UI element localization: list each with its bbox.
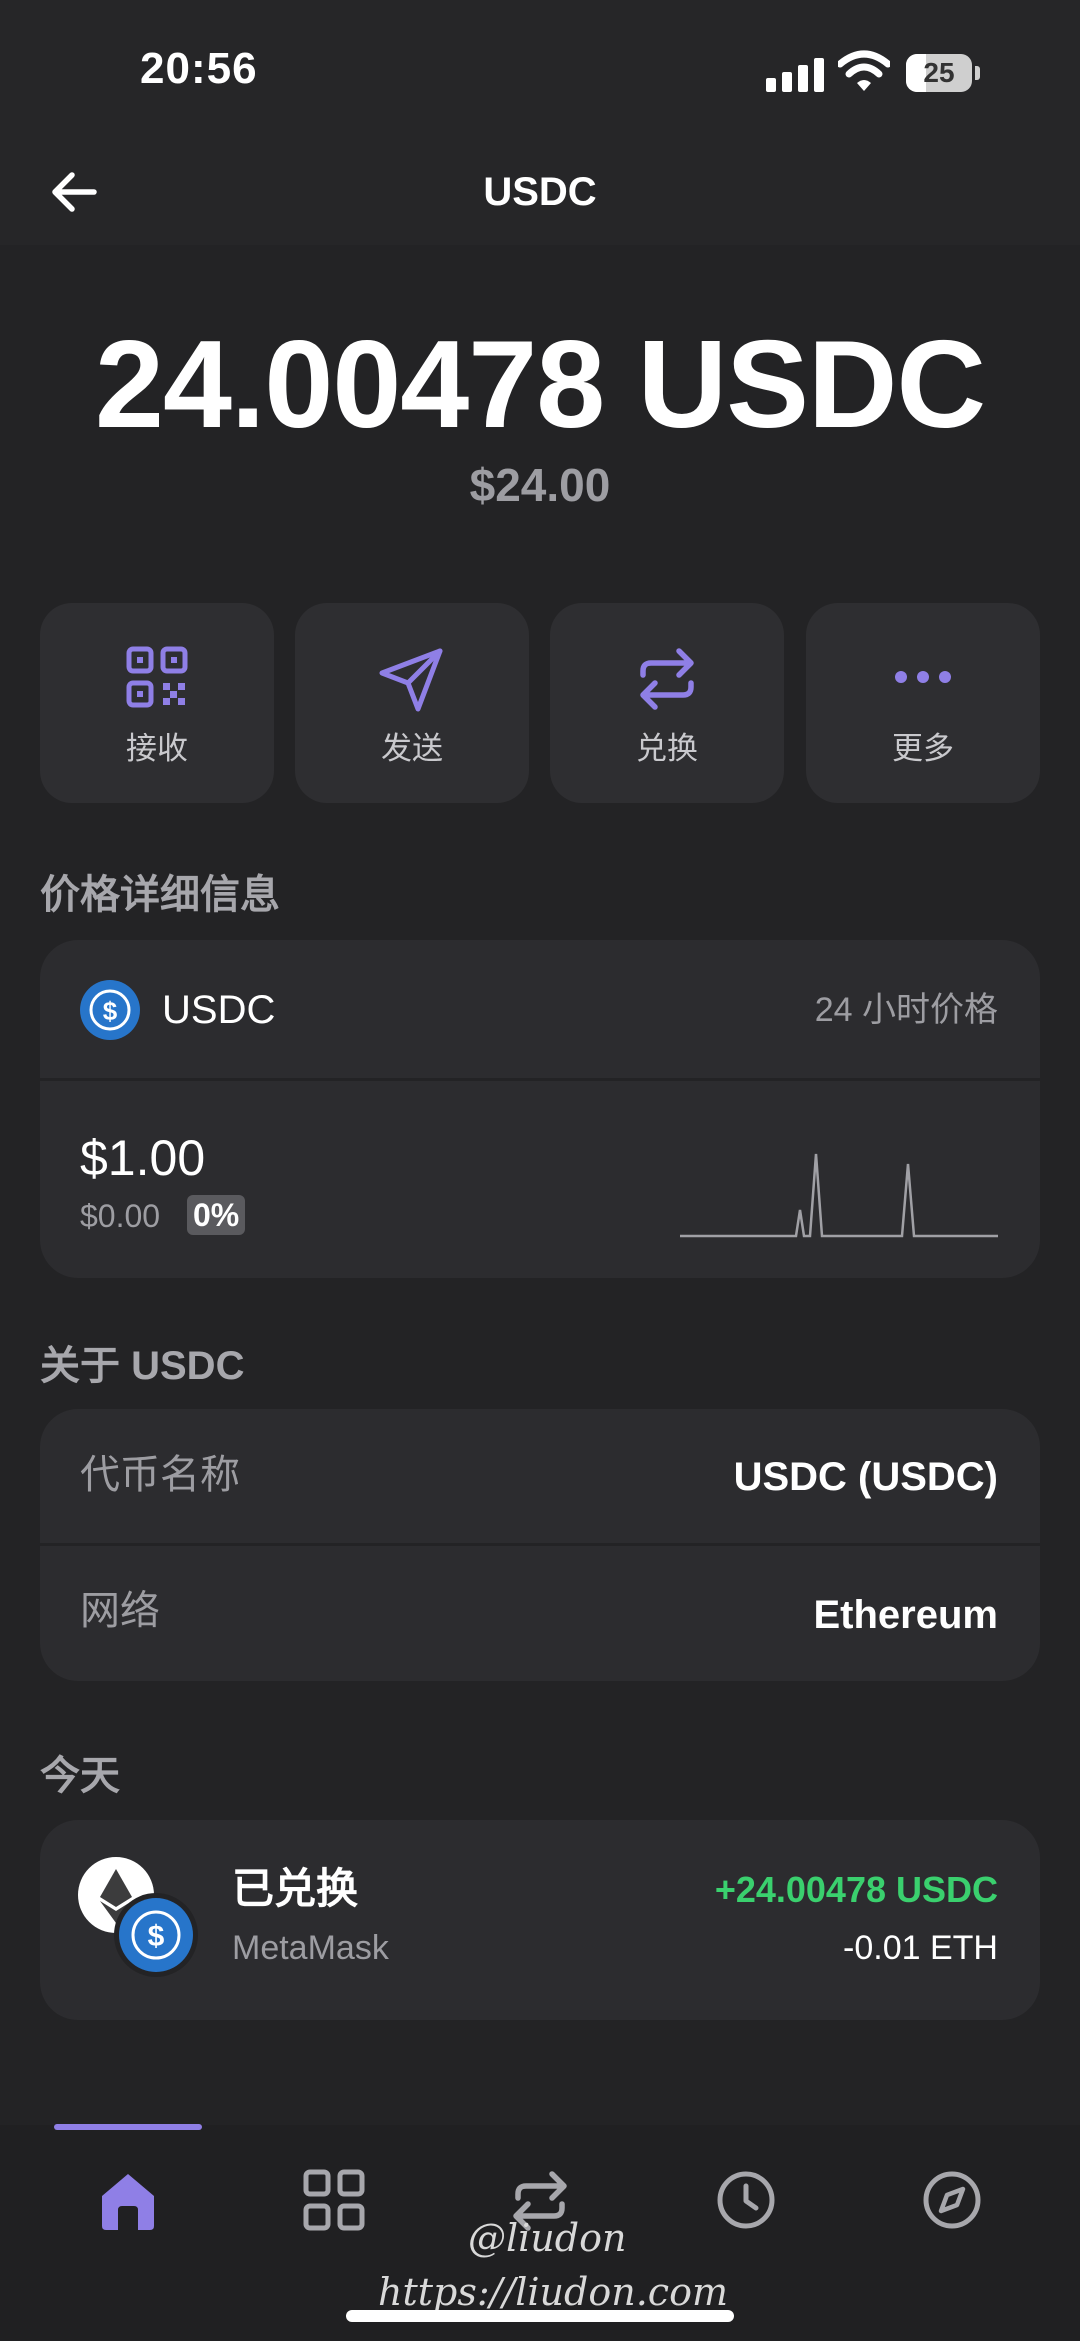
about-card-divider	[40, 1543, 1040, 1546]
more-button[interactable]: 更多	[806, 603, 1040, 803]
token-price: $1.00	[80, 1130, 206, 1186]
compass-icon[interactable]	[916, 2164, 988, 2236]
qr-code-icon	[126, 646, 188, 708]
price-period-label: 24 小时价格	[814, 991, 998, 1029]
transaction-amount-out: -0.01 ETH	[843, 1929, 998, 1967]
swap-pair-icon: $	[78, 1857, 198, 1977]
page-title: USDC	[483, 170, 597, 214]
active-tab-indicator	[54, 2124, 202, 2130]
usdc-coin-icon: $	[80, 980, 140, 1040]
transaction-amount-in: +24.00478 USDC	[714, 1869, 998, 1910]
send-button[interactable]: 发送	[295, 603, 529, 803]
receive-label: 接收	[126, 731, 188, 766]
grid-icon[interactable]	[298, 2164, 370, 2236]
more-icon	[895, 671, 951, 683]
price-sparkline	[680, 1153, 998, 1238]
about-section-title: 关于 USDC	[40, 1344, 245, 1388]
home-icon[interactable]	[92, 2164, 164, 2236]
transaction-subtitle: MetaMask	[232, 1929, 389, 1967]
price-token-name: USDC	[162, 988, 276, 1032]
cellular-signal-icon	[766, 58, 824, 92]
svg-text:$: $	[148, 1920, 165, 1953]
price-section-title: 价格详细信息	[40, 873, 280, 917]
watermark-handle: @liudon	[468, 2216, 627, 2260]
send-icon	[379, 648, 443, 712]
more-label: 更多	[892, 731, 954, 766]
network-value: Ethereum	[813, 1593, 999, 1637]
price-change-percent: 0%	[187, 1195, 246, 1235]
clock-icon[interactable]	[710, 2164, 782, 2236]
transaction-title: 已兑换	[232, 1865, 359, 1912]
back-arrow-icon[interactable]	[44, 160, 108, 224]
receive-button[interactable]: 接收	[40, 603, 274, 803]
svg-text:$: $	[103, 996, 118, 1026]
token-name-label: 代币名称	[80, 1453, 240, 1497]
token-name-value: USDC (USDC)	[733, 1455, 998, 1499]
watermark-url: https://liudon.com	[378, 2270, 728, 2314]
fiat-balance: $24.00	[469, 459, 611, 511]
network-label: 网络	[80, 1589, 160, 1633]
token-balance: 24.00478 USDC	[95, 316, 986, 454]
wifi-icon	[838, 50, 890, 91]
activity-section-title: 今天	[40, 1754, 120, 1798]
swap-button[interactable]: 兑换	[550, 603, 784, 803]
battery-icon: 25	[906, 54, 980, 92]
status-time: 20:56	[140, 44, 258, 93]
send-label: 发送	[381, 731, 443, 766]
home-indicator[interactable]	[346, 2310, 734, 2322]
price-card-divider	[40, 1078, 1040, 1081]
price-change: $0.00	[80, 1198, 161, 1234]
swap-label: 兑换	[636, 731, 698, 766]
battery-level: 25	[923, 57, 955, 88]
swap-icon	[640, 648, 694, 710]
